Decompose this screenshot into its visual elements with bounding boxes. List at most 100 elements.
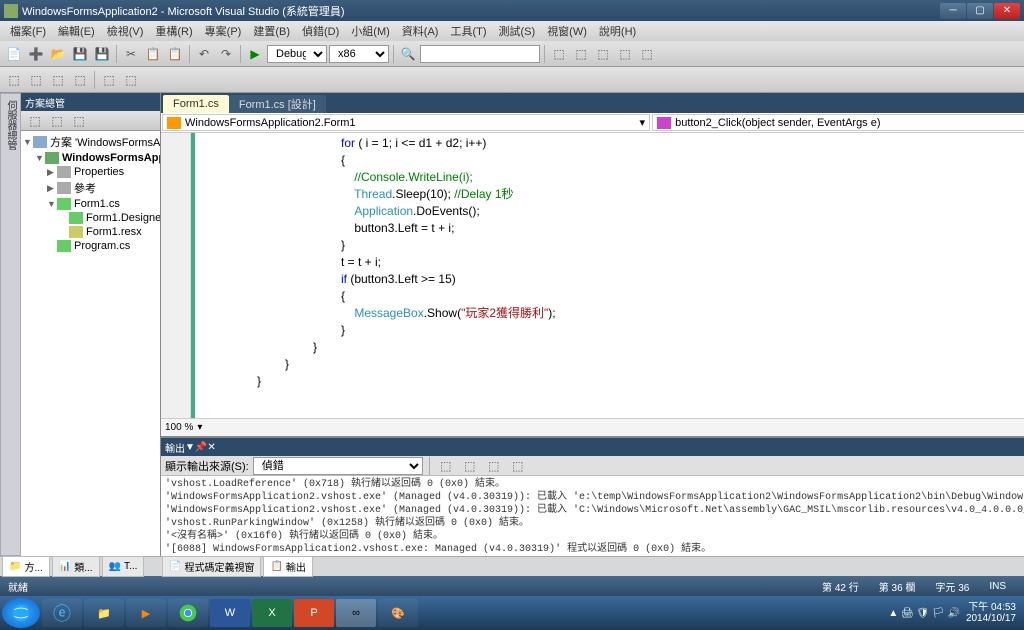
copy-icon[interactable]: 📋 xyxy=(143,44,163,64)
bm2-icon[interactable]: ⬚ xyxy=(70,70,90,90)
menu-item[interactable]: 資料(A) xyxy=(396,21,445,41)
menu-item[interactable]: 檔案(F) xyxy=(4,21,52,41)
menu-bar: 檔案(F)編輯(E)檢視(V)重構(R)專案(P)建置(B)偵錯(D)小組(M)… xyxy=(0,21,1024,41)
tb-media-icon[interactable]: ▶ xyxy=(126,599,166,627)
status-char: 字元 36 xyxy=(925,579,979,594)
uncomment-icon[interactable]: ⬚ xyxy=(121,70,141,90)
out-wrap-icon[interactable]: ⬚ xyxy=(508,456,528,476)
window-titlebar: WindowsFormsApplication2 - Microsoft Vis… xyxy=(0,0,1024,21)
server-explorer-tab[interactable]: 伺服器總管 xyxy=(0,93,21,556)
menu-item[interactable]: 測試(S) xyxy=(493,21,542,41)
btab-solution[interactable]: 📁 方... xyxy=(2,556,50,577)
ext5-icon[interactable]: ⬚ xyxy=(637,44,657,64)
solution-explorer-title: 方案總管 xyxy=(25,95,65,110)
out-goto-icon[interactable]: ⬚ xyxy=(460,456,480,476)
menu-item[interactable]: 重構(R) xyxy=(149,21,198,41)
tb-excel-icon[interactable]: X xyxy=(252,599,292,627)
platform-combo[interactable]: x86 xyxy=(329,45,389,63)
editor-gutter xyxy=(161,133,191,418)
minimize-button[interactable]: ─ xyxy=(940,3,966,19)
ext3-icon[interactable]: ⬚ xyxy=(593,44,613,64)
zoom-bar: 100 % ▾ xyxy=(161,418,1024,436)
close-button[interactable]: ✕ xyxy=(994,3,1020,19)
ext4-icon[interactable]: ⬚ xyxy=(615,44,635,64)
start-button[interactable] xyxy=(2,598,40,628)
cut-icon[interactable]: ✂ xyxy=(121,44,141,64)
sln-prop-icon[interactable]: ⬚ xyxy=(25,111,45,131)
menu-item[interactable]: 視窗(W) xyxy=(541,21,593,41)
new-project-icon[interactable]: 📄 xyxy=(4,44,24,64)
tb-ppt-icon[interactable]: P xyxy=(294,599,334,627)
code-content[interactable]: for ( i = 1; i <= d1 + d2; i++) { //Cons… xyxy=(195,133,1024,418)
system-tray[interactable]: ▲ 🖨 🛡 🏳 🔊 下午 04:53 2014/10/17 xyxy=(882,602,1022,624)
nav-fwd-icon[interactable]: ⬚ xyxy=(26,70,46,90)
ext1-icon[interactable]: ⬚ xyxy=(549,44,569,64)
maximize-button[interactable]: ▢ xyxy=(967,3,993,19)
nav-back-icon[interactable]: ⬚ xyxy=(4,70,24,90)
open-icon[interactable]: 📂 xyxy=(48,44,68,64)
tb-paint-icon[interactable]: 🎨 xyxy=(378,599,418,627)
tb-explorer-icon[interactable]: 📁 xyxy=(84,599,124,627)
out-pin-icon[interactable]: 📌 xyxy=(195,442,207,453)
class-combo[interactable]: WindowsFormsApplication2.Form1▾ xyxy=(162,114,650,131)
zoom-dropdown-icon[interactable]: ▾ xyxy=(197,422,202,433)
menu-item[interactable]: 工具(T) xyxy=(444,21,492,41)
paste-icon[interactable]: 📋 xyxy=(165,44,185,64)
out-close-icon[interactable]: ✕ xyxy=(207,442,215,453)
out-dropdown-icon[interactable]: ▼ xyxy=(185,442,195,453)
menu-item[interactable]: 專案(P) xyxy=(199,21,248,41)
config-combo[interactable]: Debug xyxy=(267,45,327,63)
menu-item[interactable]: 檢視(V) xyxy=(101,21,150,41)
tb-ie-icon[interactable]: ⓔ xyxy=(42,599,82,627)
menu-item[interactable]: 建置(B) xyxy=(247,21,296,41)
btab-class[interactable]: 📊 類... xyxy=(52,556,100,577)
document-tab[interactable]: Form1.cs xyxy=(163,95,229,113)
btab-team[interactable]: 👥 T... xyxy=(102,556,145,577)
find-input[interactable] xyxy=(420,45,540,63)
zoom-level[interactable]: 100 % xyxy=(165,422,193,433)
tb-word-icon[interactable]: W xyxy=(210,599,250,627)
sln-refresh-icon[interactable]: ⬚ xyxy=(69,111,89,131)
btab-output[interactable]: 📋 輸出 xyxy=(263,556,312,577)
taskbar-clock[interactable]: 下午 04:53 2014/10/17 xyxy=(966,602,1016,624)
out-find-icon[interactable]: ⬚ xyxy=(436,456,456,476)
undo-icon[interactable]: ↶ xyxy=(194,44,214,64)
app-icon xyxy=(4,4,18,18)
menu-item[interactable]: 說明(H) xyxy=(593,21,642,41)
menu-item[interactable]: 偵錯(D) xyxy=(296,21,345,41)
tray-icons[interactable]: ▲ 🖨 🛡 🏳 🔊 xyxy=(888,608,960,619)
status-col: 第 36 欄 xyxy=(869,579,926,594)
out-clear-icon[interactable]: ⬚ xyxy=(484,456,504,476)
output-header: 輸出 ▼ 📌 ✕ xyxy=(161,438,1024,456)
code-nav-bar: WindowsFormsApplication2.Form1▾ button2_… xyxy=(161,113,1024,133)
document-tab[interactable]: Form1.cs [設計] xyxy=(229,95,326,113)
status-bar: 就緒 第 42 行 第 36 欄 字元 36 INS xyxy=(0,576,1024,596)
member-combo[interactable]: button2_Click(object sender, EventArgs e… xyxy=(652,114,1024,131)
status-ins: INS xyxy=(979,581,1016,592)
window-title: WindowsFormsApplication2 - Microsoft Vis… xyxy=(22,3,940,19)
comment-icon[interactable]: ⬚ xyxy=(99,70,119,90)
btab-codedef[interactable]: 📄 程式碼定義視窗 xyxy=(162,556,261,577)
menu-item[interactable]: 編輯(E) xyxy=(52,21,101,41)
status-ready: 就緒 xyxy=(8,579,28,594)
redo-icon[interactable]: ↷ xyxy=(216,44,236,64)
toolbar-1: 📄 ➕ 📂 💾 💾 ✂ 📋 📋 ↶ ↷ ▶ Debug x86 🔍 ⬚ ⬚ ⬚ … xyxy=(0,41,1024,67)
save-icon[interactable]: 💾 xyxy=(70,44,90,64)
menu-item[interactable]: 小組(M) xyxy=(345,21,396,41)
sln-show-icon[interactable]: ⬚ xyxy=(47,111,67,131)
start-icon[interactable]: ▶ xyxy=(245,44,265,64)
output-source-combo[interactable]: 偵錯 xyxy=(253,457,423,475)
output-text[interactable]: 'vshost.LoadReference' (0x718) 執行緒以返回碼 0… xyxy=(161,476,1024,556)
output-title: 輸出 xyxy=(165,440,185,455)
status-line: 第 42 行 xyxy=(812,579,869,594)
bottom-tab-wells: 📁 方... 📊 類... 👥 T... 📄 程式碼定義視窗 📋 輸出 xyxy=(0,556,1024,576)
find-icon[interactable]: 🔍 xyxy=(398,44,418,64)
code-editor[interactable]: for ( i = 1; i <= d1 + d2; i++) { //Cons… xyxy=(161,133,1024,418)
save-all-icon[interactable]: 💾 xyxy=(92,44,112,64)
add-item-icon[interactable]: ➕ xyxy=(26,44,46,64)
tb-vs-icon[interactable]: ∞ xyxy=(336,599,376,627)
tb-chrome-icon[interactable] xyxy=(168,599,208,627)
ext2-icon[interactable]: ⬚ xyxy=(571,44,591,64)
bm-icon[interactable]: ⬚ xyxy=(48,70,68,90)
toolbar-2: ⬚ ⬚ ⬚ ⬚ ⬚ ⬚ xyxy=(0,67,1024,93)
